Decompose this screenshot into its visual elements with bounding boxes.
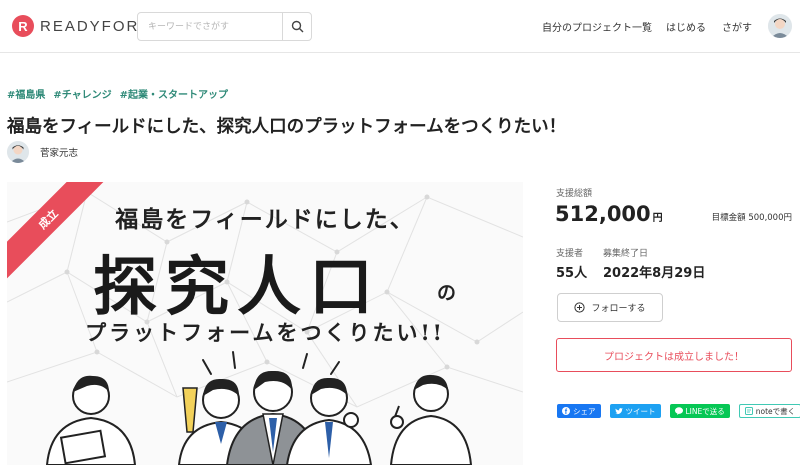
follow-button[interactable]: フォローする [557, 293, 663, 322]
tag-fukushima[interactable]: #福島県 [7, 86, 45, 101]
user-avatar[interactable] [768, 14, 792, 38]
nav-search[interactable]: さがす [722, 19, 752, 34]
total-amount: 512,000 円 [555, 202, 663, 226]
site-header: R READYFOR 自分のプロジェクト一覧 はじめる さがす [0, 0, 800, 53]
hero-text-line3: プラットフォームをつくりたい!! [85, 320, 445, 345]
nav-my-projects[interactable]: 自分のプロジェクト一覧 [542, 19, 652, 34]
share-note-label: noteで書く [755, 406, 796, 416]
illustration-person-5 [389, 374, 473, 465]
project-success-label: プロジェクトは成立しました！ [604, 351, 744, 363]
project-title: 福島をフィールドにした、探究人口のプラットフォームをつくりたい！ [7, 117, 567, 137]
hero-text-main: 探究人口 [93, 250, 381, 325]
project-owner[interactable]: 菅家元志 [7, 141, 78, 163]
search-icon [291, 20, 304, 33]
illustration-person-1 [45, 375, 137, 465]
search-button[interactable] [282, 13, 311, 40]
share-line-button[interactable]: LINEで送る [669, 404, 730, 418]
logo-mark: R [12, 15, 34, 37]
illustration-person-4 [285, 377, 373, 465]
tag-challenge[interactable]: #チャレンジ [53, 86, 111, 101]
facebook-icon: f [562, 407, 570, 415]
plus-circle-icon [574, 302, 586, 313]
follow-button-label: フォローする [591, 304, 646, 314]
share-note-button[interactable]: noteで書く [738, 404, 800, 418]
nav-start[interactable]: はじめる [666, 19, 706, 34]
line-icon [674, 407, 683, 415]
hero-text-line1: 福島をフィールドにした、 [115, 206, 415, 233]
owner-avatar [7, 141, 29, 163]
search-box [137, 12, 312, 41]
logo-text: READYFOR [40, 17, 140, 35]
total-amount-value: 512,000 [555, 202, 651, 226]
total-amount-unit: 円 [652, 213, 663, 224]
supporters-label: 支援者 [556, 249, 584, 259]
owner-name: 菅家元志 [40, 148, 79, 159]
share-line-label: LINEで送る [685, 406, 725, 416]
end-date: 2022年8月29日 [603, 266, 706, 281]
twitter-icon [614, 407, 623, 414]
readyfor-logo[interactable]: R READYFOR [12, 15, 139, 37]
share-buttons: f シェア ツイート LINEで送る noteで書く [557, 404, 800, 418]
tag-list: #福島県 #チャレンジ #起業・スタートアップ [7, 86, 228, 101]
hero-text-no: の [437, 282, 457, 304]
search-input[interactable] [138, 13, 283, 40]
share-facebook-label: シェア [573, 406, 596, 416]
share-facebook-button[interactable]: f シェア [557, 404, 601, 418]
share-twitter-label: ツイート [625, 406, 656, 416]
tag-startup[interactable]: #起業・スタートアップ [120, 86, 228, 101]
project-success-button[interactable]: プロジェクトは成立しました！ [556, 338, 792, 372]
note-icon [744, 407, 753, 415]
project-main-image: 成立 福島をフィールドにした、 探究人口 の プラットフォームをつくりたい!! [7, 182, 523, 465]
supporters-count: 55人 [556, 266, 588, 281]
end-date-label: 募集終了日 [603, 249, 649, 259]
total-label: 支援総額 [556, 189, 593, 199]
share-twitter-button[interactable]: ツイート [609, 404, 661, 418]
goal-amount: 目標金額 500,000円 [711, 213, 792, 223]
